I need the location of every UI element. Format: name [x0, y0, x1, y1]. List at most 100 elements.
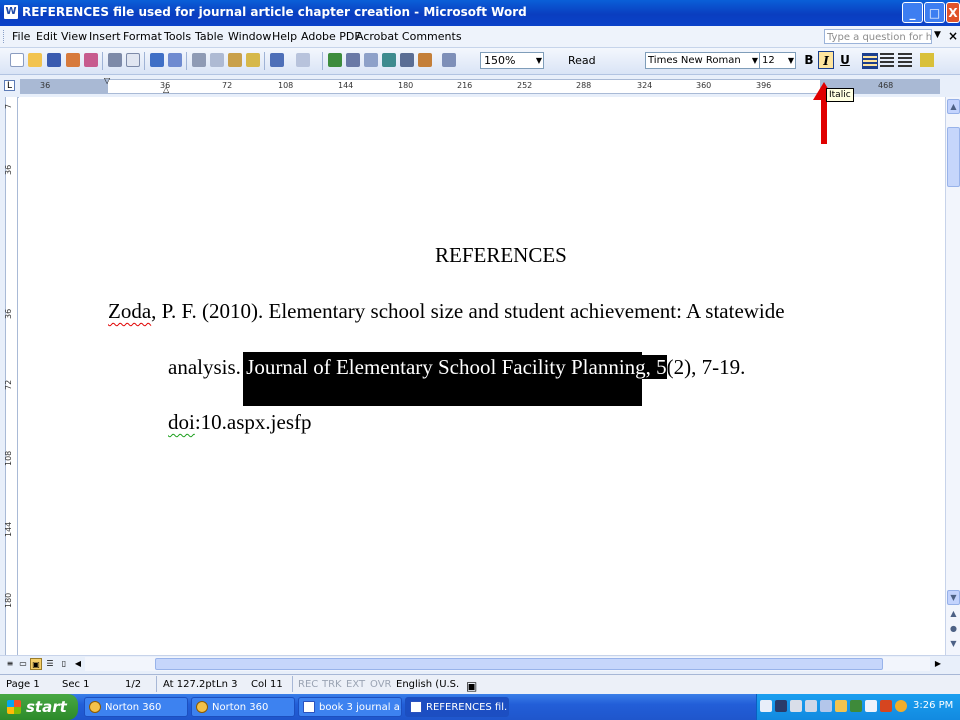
document-page[interactable]: REFERENCES Zoda, P. F. (2010). Elementar…	[19, 97, 945, 655]
vertical-scrollbar[interactable]: ▲ ▼ ▲ ● ▼	[945, 97, 960, 655]
tables-borders-icon[interactable]	[346, 53, 360, 67]
tray-chevron-icon[interactable]	[820, 700, 832, 712]
annotation-arrow-shaft	[821, 98, 827, 144]
web-layout-icon[interactable]: ▭	[17, 658, 29, 670]
spelling-icon[interactable]	[150, 53, 164, 67]
insert-table-icon[interactable]	[364, 53, 378, 67]
scroll-up-icon[interactable]: ▲	[947, 99, 960, 114]
format-painter-icon[interactable]	[246, 53, 260, 67]
menu-window[interactable]: Window	[228, 30, 271, 43]
menu-view[interactable]: View	[61, 30, 87, 43]
chevron-down-icon[interactable]: ▼	[752, 53, 758, 69]
menu-file[interactable]: File	[12, 30, 30, 43]
taskbar-item-norton-2[interactable]: Norton 360	[191, 697, 295, 717]
print-preview-icon[interactable]	[126, 53, 140, 67]
horizontal-scroll-thumb[interactable]	[155, 658, 883, 670]
normal-view-icon[interactable]: ≡	[4, 658, 16, 670]
previous-page-icon[interactable]: ▲	[947, 607, 960, 622]
underline-button[interactable]: U	[837, 51, 853, 69]
tray-security-icon[interactable]	[850, 700, 862, 712]
outline-view-icon[interactable]: ☰	[44, 658, 56, 670]
tray-norton-shield-icon[interactable]	[895, 700, 907, 712]
read-button[interactable]: Read	[568, 54, 596, 67]
vertical-scroll-thumb[interactable]	[947, 127, 960, 187]
menu-acrobat-comments[interactable]: Acrobat Comments	[356, 30, 462, 43]
chevron-down-icon[interactable]: ▼	[536, 53, 542, 69]
tray-printer-icon[interactable]	[790, 700, 802, 712]
tray-network-icon[interactable]	[865, 700, 877, 712]
font-size-select[interactable]: 12 ▼	[759, 52, 796, 69]
research-icon[interactable]	[168, 53, 182, 67]
highlight-icon[interactable]	[920, 53, 934, 67]
status-trk[interactable]: TRK	[322, 679, 342, 690]
help-search-input[interactable]: Type a question for help	[824, 29, 932, 44]
menu-tools[interactable]: Tools	[164, 30, 191, 43]
selected-journal-title[interactable]: Journal of Elementary School Facility Pl…	[246, 355, 667, 379]
menu-grip[interactable]	[3, 30, 7, 43]
document-close-icon[interactable]: ×	[948, 29, 958, 43]
copy-icon[interactable]	[210, 53, 224, 67]
taskbar-item-book3[interactable]: book 3 journal a...	[298, 697, 402, 717]
print-layout-icon[interactable]: ▣	[30, 658, 42, 670]
new-document-icon[interactable]	[10, 53, 24, 67]
align-right-icon[interactable]	[898, 53, 912, 67]
redo-icon[interactable]	[296, 53, 310, 67]
close-button[interactable]: X	[946, 2, 960, 23]
align-left-icon[interactable]	[862, 53, 878, 69]
drawing-icon[interactable]	[418, 53, 432, 67]
insert-excel-icon[interactable]	[382, 53, 396, 67]
hanging-indent-marker[interactable]: △	[163, 85, 169, 94]
first-line-indent-marker[interactable]: ▽	[104, 76, 110, 85]
tray-tool-icon[interactable]	[760, 700, 772, 712]
menu-format[interactable]: Format	[123, 30, 162, 43]
paste-icon[interactable]	[228, 53, 242, 67]
taskbar-item-norton-1[interactable]: Norton 360	[84, 697, 188, 717]
scroll-down-icon[interactable]: ▼	[947, 590, 960, 605]
maximize-button[interactable]: □	[924, 2, 945, 23]
scroll-right-icon[interactable]: ▶	[932, 658, 944, 670]
menu-adobe-pdf[interactable]: Adobe PDF	[301, 30, 361, 43]
undo-icon[interactable]	[270, 53, 284, 67]
tray-alert-icon[interactable]	[880, 700, 892, 712]
menu-help[interactable]: Help	[272, 30, 297, 43]
reading-layout-icon[interactable]: ▯	[58, 658, 70, 670]
zoom-select[interactable]: 150% ▼	[480, 52, 544, 69]
vertical-ruler[interactable]: 7 36 36 72 108 144 180	[0, 97, 18, 655]
select-browse-object-icon[interactable]: ●	[947, 622, 960, 637]
menu-edit[interactable]: Edit	[36, 30, 57, 43]
tray-norton-icon[interactable]	[835, 700, 847, 712]
tray-monitor-icon[interactable]	[775, 700, 787, 712]
permission-icon[interactable]	[66, 53, 80, 67]
italic-button[interactable]: I	[818, 51, 834, 69]
next-page-icon[interactable]: ▼	[947, 637, 960, 652]
horizontal-ruler[interactable]: 36 36 72 108 144 180 216 252 288 324 360…	[20, 76, 940, 94]
scroll-left-icon[interactable]: ◀	[72, 658, 84, 670]
cut-icon[interactable]	[192, 53, 206, 67]
minimize-button[interactable]: _	[902, 2, 923, 23]
menu-insert[interactable]: Insert	[89, 30, 121, 43]
hyperlink-icon[interactable]	[328, 53, 342, 67]
menu-table[interactable]: Table	[195, 30, 223, 43]
status-ovr[interactable]: OVR	[370, 679, 391, 690]
save-icon[interactable]	[47, 53, 61, 67]
status-rec[interactable]: REC	[298, 679, 318, 690]
open-folder-icon[interactable]	[28, 53, 42, 67]
grammar-flagged-word[interactable]: doi	[168, 410, 195, 434]
tray-pencil-icon[interactable]	[805, 700, 817, 712]
chevron-down-icon[interactable]: ▼	[788, 53, 794, 69]
bold-button[interactable]: B	[801, 51, 817, 69]
align-center-icon[interactable]	[880, 53, 894, 67]
taskbar-item-references[interactable]: REFERENCES fil...	[405, 697, 509, 717]
start-button[interactable]: start	[0, 694, 78, 720]
status-ext[interactable]: EXT	[346, 679, 365, 690]
document-map-icon[interactable]	[442, 53, 456, 67]
misspelled-word[interactable]: Zoda	[108, 299, 151, 323]
help-dropdown-icon[interactable]: ▼	[934, 30, 941, 40]
print-icon[interactable]	[108, 53, 122, 67]
spelling-status-icon[interactable]: ▣	[466, 679, 477, 693]
email-icon[interactable]	[84, 53, 98, 67]
word-app-icon[interactable]: W	[4, 5, 18, 19]
ruler-number: 72	[222, 81, 233, 90]
columns-icon[interactable]	[400, 53, 414, 67]
font-name-select[interactable]: Times New Roman ▼	[645, 52, 760, 69]
